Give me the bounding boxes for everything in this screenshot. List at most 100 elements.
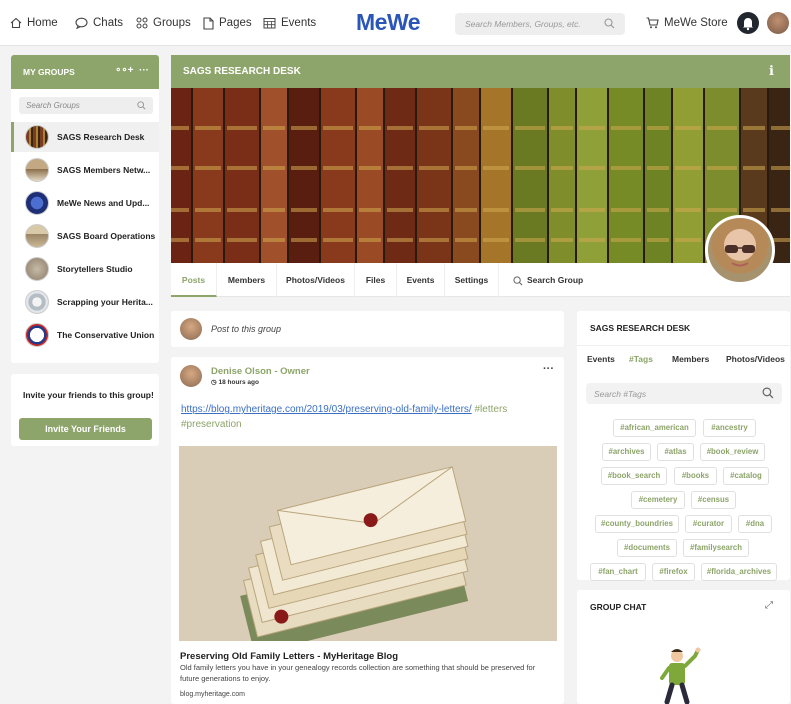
create-group-icon[interactable]: ∘∘+	[115, 65, 133, 76]
tag-chip[interactable]: #florida_archives	[701, 563, 777, 581]
info-icon[interactable]: ℹ	[769, 63, 774, 79]
tag-chip[interactable]: #dna	[738, 515, 772, 533]
book-band	[611, 166, 641, 170]
tag-chip[interactable]: #county_boundries	[595, 515, 679, 533]
search-icon	[762, 387, 774, 399]
group-avatar	[25, 158, 49, 182]
link-preview-host[interactable]: blog.myheritage.com	[180, 691, 245, 698]
nav-events[interactable]: Events	[263, 0, 316, 46]
group-item-scrapping-your-heritage[interactable]: Scrapping your Herita...	[11, 287, 159, 317]
tag-chip[interactable]: #african_american	[613, 419, 696, 437]
group-info-panel: SAGS RESEARCH DESK Events #Tags Members …	[577, 311, 790, 581]
book-spine	[417, 88, 451, 263]
tag-chip[interactable]: #census	[691, 491, 736, 509]
tag-chip[interactable]: #archives	[602, 443, 651, 461]
tab-settings[interactable]: Settings	[445, 263, 499, 297]
book-spine	[385, 88, 415, 263]
tag-chip[interactable]: #firefox	[652, 563, 695, 581]
tab-posts[interactable]: Posts	[171, 263, 217, 297]
group-info-tabs: Events #Tags Members Photos/Videos	[577, 345, 790, 371]
tab-events[interactable]: Events	[397, 263, 445, 297]
nav-groups[interactable]: Groups	[136, 0, 191, 46]
user-avatar[interactable]	[767, 12, 789, 34]
post-more-options-icon[interactable]: ···	[543, 363, 554, 375]
rtab-photos-videos[interactable]: Photos/Videos	[726, 354, 785, 364]
book-band	[323, 126, 353, 130]
link-preview-image[interactable]	[179, 446, 557, 641]
post-composer[interactable]: Post to this group	[171, 311, 564, 347]
rtab-tags[interactable]: #Tags	[629, 354, 653, 364]
book-band	[419, 126, 449, 130]
book-band	[551, 238, 573, 242]
book-spine	[321, 88, 355, 263]
post-text: https://blog.myheritage.com/2019/03/pres…	[181, 402, 559, 432]
tag-chip[interactable]: #familysearch	[683, 539, 749, 557]
tag-chip[interactable]: #atlas	[657, 443, 694, 461]
tag-chip[interactable]: #book_search	[601, 467, 667, 485]
link-preview-title[interactable]: Preserving Old Family Letters - MyHerita…	[180, 651, 398, 662]
search-icon	[137, 101, 146, 110]
tab-members[interactable]: Members	[217, 263, 277, 297]
post-author-name[interactable]: Denise Olson - Owner	[211, 366, 310, 377]
book-band	[455, 126, 477, 130]
search-icon	[513, 276, 523, 286]
search-group-button[interactable]: Search Group	[501, 263, 591, 297]
invite-friends-panel: Invite your friends to this group! Invit…	[11, 374, 159, 446]
tag-chip[interactable]: #fan_chart	[590, 563, 646, 581]
book-band	[455, 166, 477, 170]
mewe-logo[interactable]: MeWe	[356, 9, 421, 36]
hashtag-letters[interactable]: #letters	[474, 404, 507, 415]
book-band	[611, 208, 641, 212]
tag-chip[interactable]: #cemetery	[631, 491, 685, 509]
group-item-sags-board-operations[interactable]: SAGS Board Operations	[11, 221, 159, 251]
search-groups-input[interactable]: Search Groups	[19, 97, 153, 114]
nav-pages-label: Pages	[219, 17, 252, 29]
book-band	[579, 208, 605, 212]
book-spine	[673, 88, 703, 263]
notifications-bell-icon[interactable]	[737, 12, 759, 34]
book-spine	[171, 88, 191, 263]
invite-friends-text: Invite your friends to this group!	[23, 390, 154, 400]
tab-files[interactable]: Files	[355, 263, 397, 297]
tag-chip[interactable]: #ancestry	[703, 419, 756, 437]
nav-home[interactable]: Home	[10, 0, 58, 46]
book-band	[195, 126, 221, 130]
rtab-events[interactable]: Events	[587, 354, 615, 364]
book-band	[387, 238, 413, 242]
group-chat-panel: GROUP CHAT ⤢	[577, 590, 790, 704]
group-item-conservative-union[interactable]: The Conservative Union	[11, 320, 159, 350]
tag-chip[interactable]: #curator	[685, 515, 732, 533]
nav-pages[interactable]: Pages	[203, 0, 252, 46]
post-author-avatar[interactable]	[180, 365, 202, 387]
book-band	[359, 238, 381, 242]
mewe-store-link[interactable]: MeWe Store	[646, 0, 728, 46]
tag-chip[interactable]: #catalog	[723, 467, 769, 485]
rtab-members[interactable]: Members	[672, 354, 709, 364]
tag-chip[interactable]: #books	[674, 467, 717, 485]
global-search-input[interactable]: Search Members, Groups, etc.	[455, 13, 625, 35]
group-item-mewe-news[interactable]: MeWe News and Upd...	[11, 188, 159, 218]
book-band	[707, 166, 737, 170]
book-band	[743, 166, 765, 170]
more-options-icon[interactable]: ···	[136, 65, 149, 76]
group-item-sags-members-network[interactable]: SAGS Members Netw...	[11, 155, 159, 185]
page-icon	[203, 16, 214, 30]
nav-chats[interactable]: Chats	[75, 0, 123, 46]
tag-chip[interactable]: #documents	[617, 539, 677, 557]
book-band	[263, 238, 285, 242]
book-band	[647, 126, 669, 130]
group-owner-avatar[interactable]	[705, 215, 775, 285]
tab-photos-videos[interactable]: Photos/Videos	[277, 263, 355, 297]
book-spine	[609, 88, 643, 263]
book-band	[387, 166, 413, 170]
group-chat-title: GROUP CHAT	[590, 602, 647, 612]
post-link[interactable]: https://blog.myheritage.com/2019/03/pres…	[181, 404, 472, 415]
tag-chip[interactable]: #book_review	[700, 443, 765, 461]
group-item-label: The Conservative Union	[57, 330, 155, 340]
hashtag-preservation[interactable]: #preservation	[181, 419, 242, 430]
invite-friends-button[interactable]: Invite Your Friends	[19, 418, 152, 440]
expand-icon[interactable]: ⤢	[765, 600, 773, 611]
search-tags-input[interactable]: Search #Tags	[586, 383, 782, 404]
group-item-storytellers-studio[interactable]: Storytellers Studio	[11, 254, 159, 284]
group-item-sags-research-desk[interactable]: SAGS Research Desk	[11, 122, 159, 152]
